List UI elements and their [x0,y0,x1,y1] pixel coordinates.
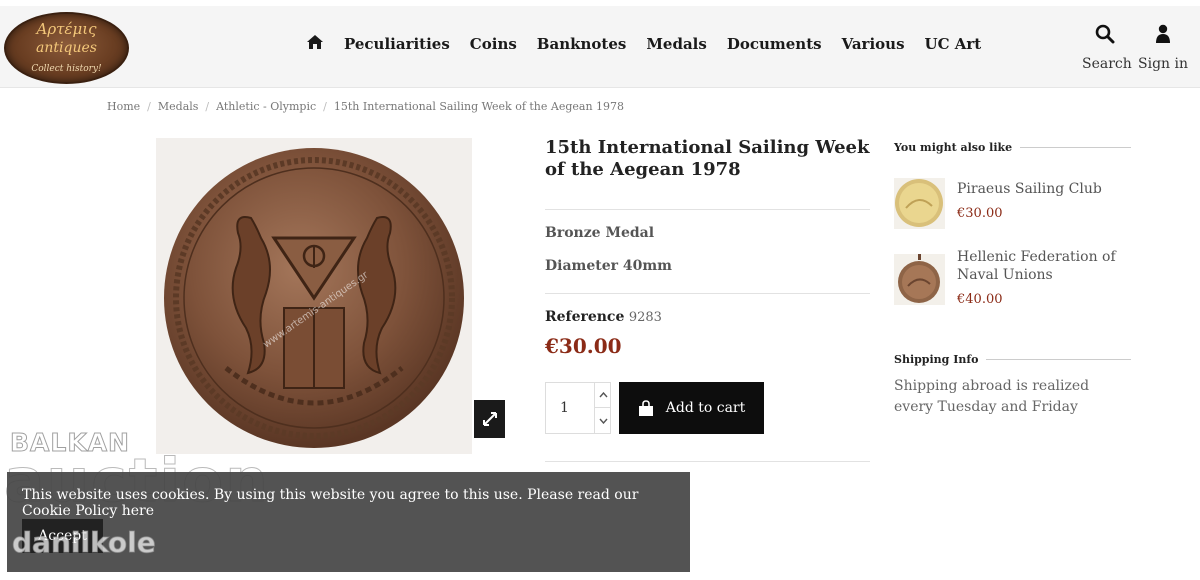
sign-in-button[interactable]: Sign in [1138,24,1188,72]
search-icon [1095,24,1115,44]
product-price: €30.00 [545,334,622,358]
breadcrumb-home[interactable]: Home [107,100,140,113]
product-reference: Reference 9283 [545,309,662,325]
breadcrumb-current: 15th International Sailing Week of the A… [333,100,625,113]
nav-home[interactable] [306,34,324,54]
logo-line-3: Collect history! [31,64,102,74]
divider [545,461,870,462]
medal-image: www.artemis-antiques.gr [164,148,464,448]
search-label: Search [1082,56,1132,72]
nav-banknotes[interactable]: Banknotes [537,35,627,53]
related-item-image[interactable] [894,178,945,229]
reference-value: 9283 [628,310,662,325]
product-image[interactable]: www.artemis-antiques.gr [156,138,472,454]
shipping-heading: Shipping Info [894,353,1131,366]
divider [545,209,870,210]
related-item-name[interactable]: Hellenic Federation of Naval Unions [957,248,1127,284]
expand-icon [482,412,497,426]
reference-label: Reference [545,309,625,325]
also-like-title: You might also like [894,141,1013,154]
shopping-bag-icon [638,399,653,416]
product-title: 15th International Sailing Week of the A… [545,137,870,180]
quantity-stepper[interactable]: 1 [545,382,611,434]
chevron-down-icon [598,418,608,424]
add-to-cart-label: Add to cart [665,400,746,416]
also-like-heading: You might also like [894,141,1131,154]
nav-coins[interactable]: Coins [470,35,517,53]
search-button[interactable]: Search [1082,24,1132,72]
breadcrumb-separator: / [205,100,210,113]
site-header: Αρτέμις antiques Collect history! Peculi… [0,6,1200,88]
home-icon [307,35,323,49]
breadcrumb-athletic[interactable]: Athletic - Olympic [216,100,316,113]
related-item-image[interactable] [894,254,945,305]
related-item-price: €40.00 [957,292,1003,307]
shipping-title: Shipping Info [894,353,979,366]
nav-medals[interactable]: Medals [646,35,707,53]
nav-various[interactable]: Various [842,35,905,53]
related-item-name[interactable]: Piraeus Sailing Club [957,180,1127,198]
breadcrumb-separator: / [323,100,327,113]
watermark-seller: danilkole [12,526,157,560]
quantity-decrease-button[interactable] [594,408,611,433]
breadcrumb-medals[interactable]: Medals [158,100,199,113]
quantity-input[interactable]: 1 [560,400,569,416]
user-icon [1156,24,1170,43]
sign-in-label: Sign in [1138,56,1188,72]
add-to-cart-button[interactable]: Add to cart [619,382,764,434]
divider [545,293,870,294]
breadcrumb: Home / Medals / Athletic - Olympic / 15t… [107,100,624,113]
main-nav: Peculiarities Coins Banknotes Medals Doc… [306,34,981,54]
nav-uc-art[interactable]: UC Art [925,35,982,53]
heading-rule [1020,147,1131,148]
quantity-increase-button[interactable] [594,383,611,408]
product-diameter: Diameter 40mm [545,258,672,274]
related-item-price: €30.00 [957,206,1003,221]
cookie-text: This website uses cookies. By using this… [22,487,639,519]
breadcrumb-separator: / [147,100,151,113]
logo-line-1: Αρτέμις [36,20,97,38]
heading-rule [986,359,1131,360]
shipping-text: Shipping abroad is realized every Tuesda… [894,378,1090,415]
site-logo[interactable]: Αρτέμις antiques Collect history! [4,12,129,84]
logo-line-2: antiques [36,40,97,56]
nav-peculiarities[interactable]: Peculiarities [344,35,450,53]
product-material: Bronze Medal [545,225,655,241]
nav-documents[interactable]: Documents [727,35,822,53]
zoom-button[interactable] [474,400,505,438]
chevron-up-icon [598,392,608,398]
